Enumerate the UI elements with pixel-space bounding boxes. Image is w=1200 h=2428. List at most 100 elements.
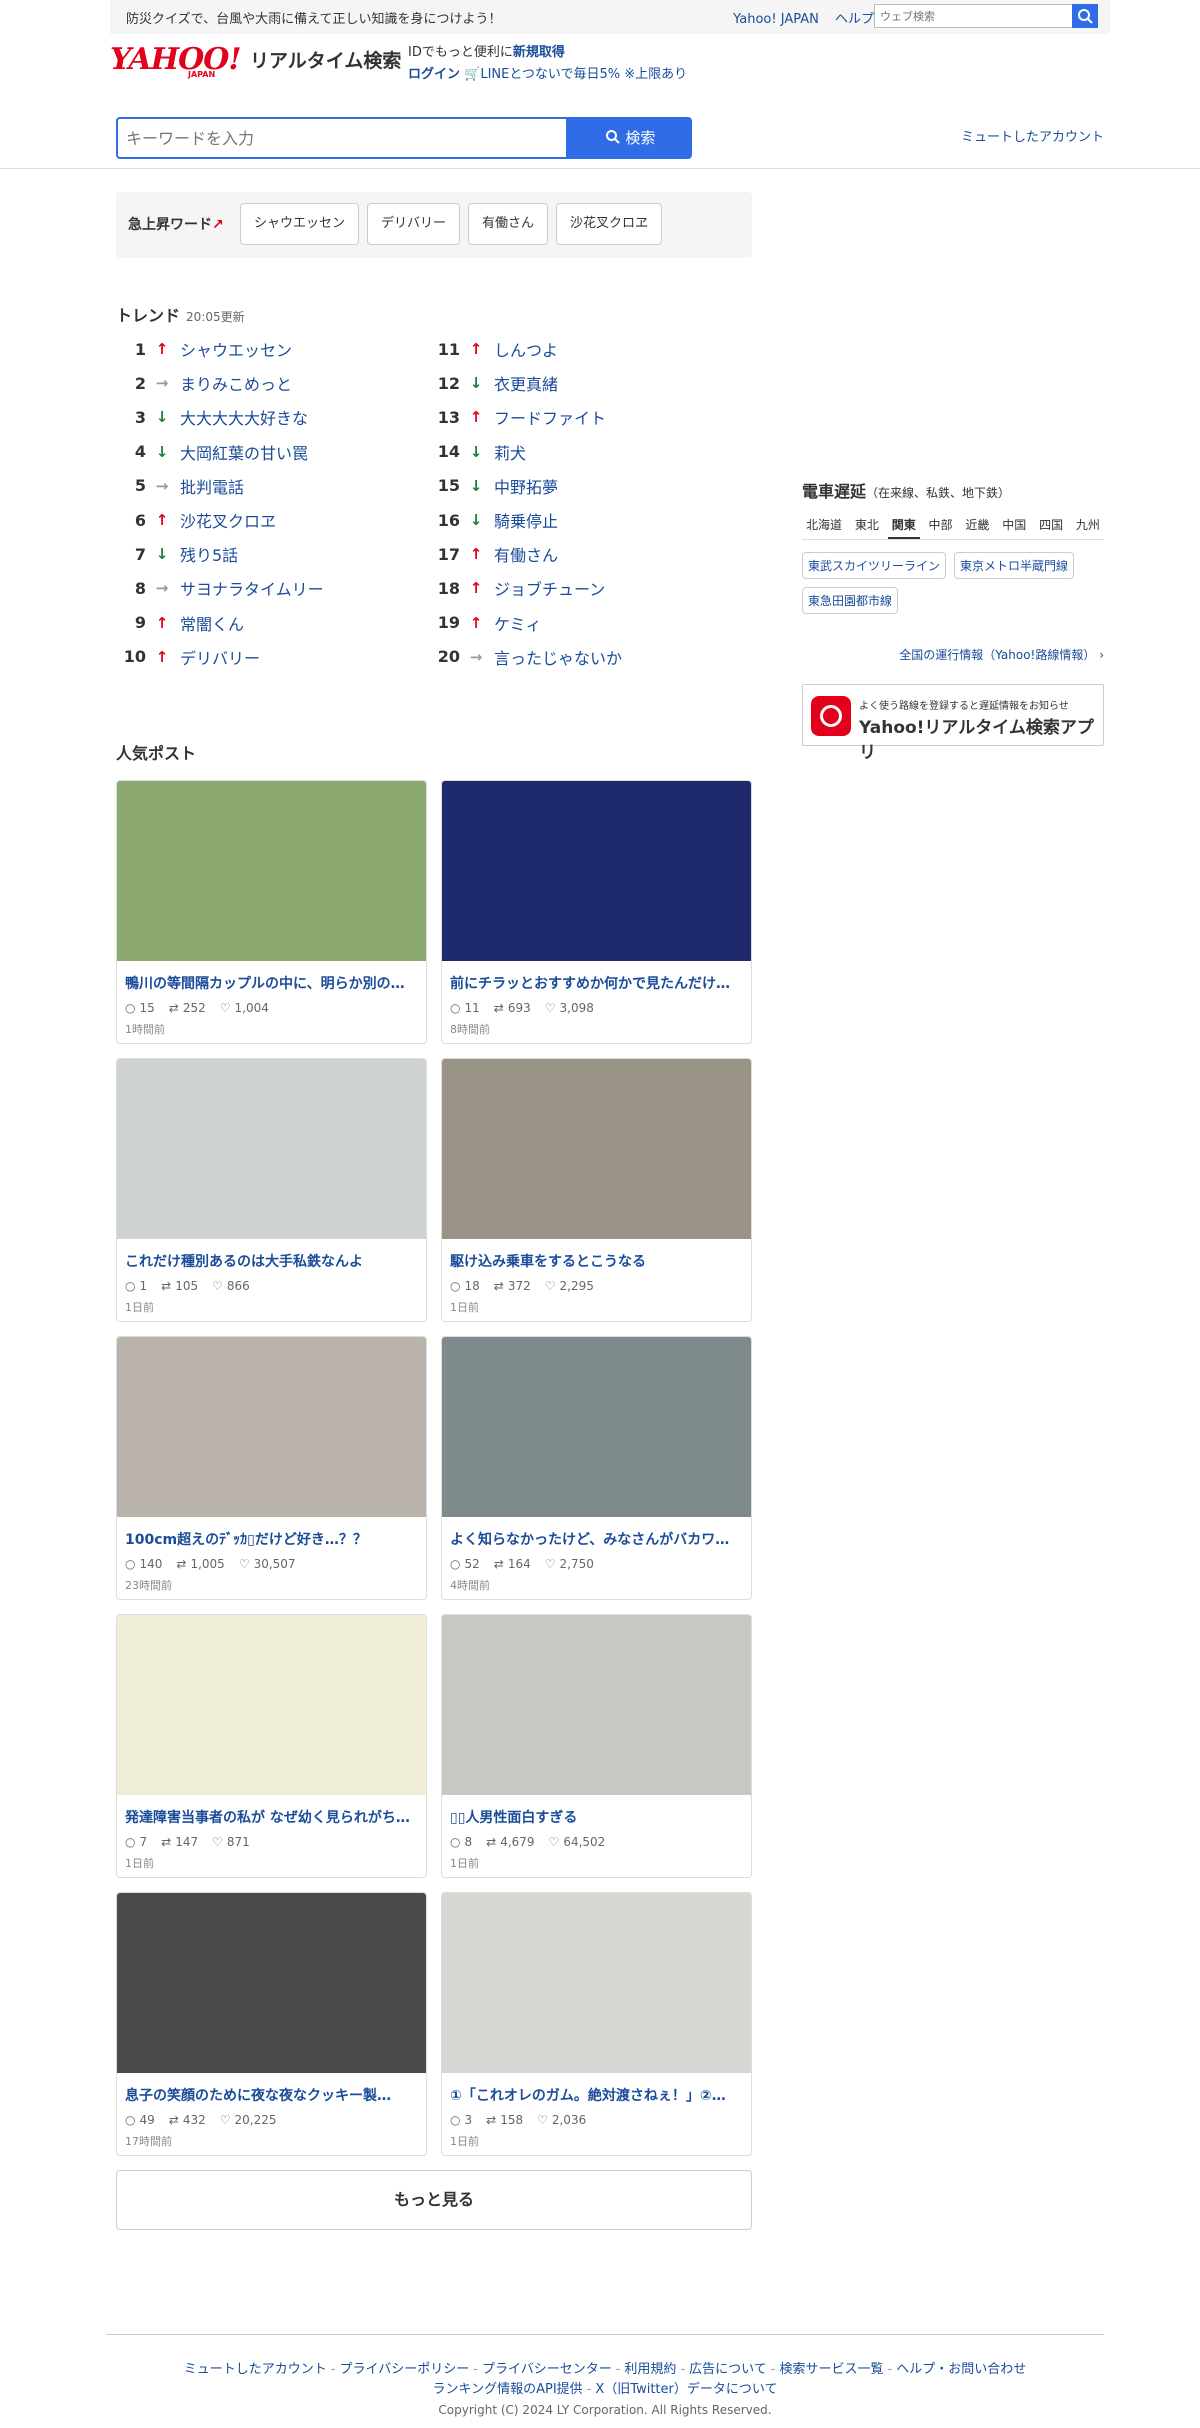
- post-thumbnail[interactable]: [442, 1615, 751, 1795]
- footer-link[interactable]: ヘルプ・お問い合わせ: [896, 2362, 1026, 2377]
- help-link[interactable]: ヘルプ: [835, 12, 874, 27]
- post-card[interactable]: よく知らなかったけど、みなさんがバカワ… ○ 52 ⇄ 164 ♡ 2,750 4時間前: [441, 1336, 752, 1600]
- trend-row[interactable]: 17 ↑ 有働さん: [430, 537, 730, 571]
- more-button[interactable]: もっと見る: [116, 2170, 752, 2230]
- trend-row[interactable]: 19 ↑ ケミィ: [430, 606, 730, 640]
- trend-word-link[interactable]: シャウエッセン: [180, 337, 292, 361]
- yahoo-logo[interactable]: YAHOO! JAPAN: [110, 42, 250, 82]
- muted-accounts-link[interactable]: ミュートしたアカウント: [961, 126, 1104, 145]
- delayed-line-link[interactable]: 東武スカイツリーライン: [802, 552, 947, 579]
- keyword-input[interactable]: [116, 117, 568, 159]
- post-title[interactable]: これだけ種別あるのは大手私鉄なんよ: [125, 1251, 418, 1271]
- region-tab[interactable]: 関東: [887, 512, 920, 539]
- trend-row[interactable]: 1 ↑ シャウエッセン: [116, 332, 416, 366]
- post-title[interactable]: 鴨川の等間隔カップルの中に、明らか別の…: [125, 973, 418, 993]
- trend-word-link[interactable]: 大岡紅葉の甘い罠: [180, 440, 308, 464]
- trend-word-link[interactable]: 衣更真緒: [494, 371, 558, 395]
- footer-link[interactable]: ミュートしたアカウント: [184, 2362, 327, 2377]
- yahoo-japan-link[interactable]: Yahoo! JAPAN: [733, 12, 819, 27]
- trend-word-link[interactable]: 中野拓夢: [494, 474, 558, 498]
- trend-row[interactable]: 12 ↓ 衣更真緒: [430, 366, 730, 400]
- post-card[interactable]: 鴨川の等間隔カップルの中に、明らか別の… ○ 15 ⇄ 252 ♡ 1,004 1時間前: [116, 780, 427, 1044]
- trend-word-link[interactable]: 莉犬: [494, 440, 526, 464]
- app-banner[interactable]: よく使う路線を登録すると遅延情報をお知らせ Yahoo!リアルタイム検索アプリ: [802, 684, 1104, 763]
- post-card[interactable]: 息子の笑顔のために夜な夜なクッキー製… ○ 49 ⇄ 432 ♡ 20,225 17時間前: [116, 1892, 427, 2156]
- trend-word-link[interactable]: 大大大大大好きな: [180, 405, 308, 429]
- post-card[interactable]: これだけ種別あるのは大手私鉄なんよ ○ 1 ⇄ 105 ♡ 866 1日前: [116, 1058, 427, 1322]
- post-card[interactable]: 100cm超えのﾃﾞｯｶ▯だけど好き…？？ ○ 140 ⇄ 1,005 ♡ 30,507 23…: [116, 1336, 427, 1600]
- delayed-line-link[interactable]: 東急田園都市線: [802, 587, 899, 614]
- all-operation-info-link[interactable]: 全国の運行情報（Yahoo!路線情報） ›: [899, 646, 1104, 663]
- footer-link[interactable]: プライバシーポリシー: [340, 2362, 470, 2377]
- post-card[interactable]: 駆け込み乗車をするとこうなる ○ 18 ⇄ 372 ♡ 2,295 1日前: [441, 1058, 752, 1322]
- trend-row[interactable]: 3 ↓ 大大大大大好きな: [116, 400, 416, 434]
- trend-row[interactable]: 2 → まりみこめっと: [116, 366, 416, 400]
- post-title[interactable]: 息子の笑顔のために夜な夜なクッキー製…: [125, 2085, 418, 2105]
- line-promo-link[interactable]: LINEとつないで毎日5% ※上限あり: [480, 67, 687, 82]
- trend-word-link[interactable]: 有働さん: [494, 542, 558, 566]
- trend-word-link[interactable]: 批判電話: [180, 474, 244, 498]
- post-thumbnail[interactable]: [117, 1059, 426, 1239]
- post-card[interactable]: 前にチラッとおすすめか何かで見たんだけ… ○ 11 ⇄ 693 ♡ 3,098 8時間前: [441, 780, 752, 1044]
- trend-word-link[interactable]: 沙花叉クロヱ: [180, 508, 276, 532]
- post-title[interactable]: 100cm超えのﾃﾞｯｶ▯だけど好き…？？: [125, 1529, 418, 1549]
- trend-row[interactable]: 14 ↓ 莉犬: [430, 435, 730, 469]
- post-card[interactable]: 発達障害当事者の私が なぜ幼く見られがち… ○ 7 ⇄ 147 ♡ 871 1日前: [116, 1614, 427, 1878]
- region-tab[interactable]: 九州: [1072, 512, 1104, 539]
- post-thumbnail[interactable]: [117, 781, 426, 961]
- rising-chip[interactable]: 有働さん: [468, 203, 549, 245]
- trend-row[interactable]: 20 → 言ったじゃないか: [430, 640, 730, 674]
- footer-link[interactable]: プライバシーセンター: [482, 2362, 612, 2377]
- trend-row[interactable]: 16 ↓ 騎乗停止: [430, 503, 730, 537]
- delayed-line-link[interactable]: 東京メトロ半蔵門線: [954, 552, 1075, 579]
- trend-word-link[interactable]: 残り5話: [180, 542, 238, 566]
- trend-row[interactable]: 10 ↑ デリバリー: [116, 640, 416, 674]
- post-title[interactable]: よく知らなかったけど、みなさんがバカワ…: [450, 1529, 743, 1549]
- post-title[interactable]: 駆け込み乗車をするとこうなる: [450, 1251, 743, 1271]
- region-tab[interactable]: 中国: [998, 512, 1030, 539]
- region-tab[interactable]: 四国: [1035, 512, 1067, 539]
- trend-row[interactable]: 8 → サヨナラタイムリー: [116, 571, 416, 605]
- footer-link[interactable]: 広告について: [689, 2362, 767, 2377]
- post-card[interactable]: ▯▯人男性面白すぎる ○ 8 ⇄ 4,679 ♡ 64,502 1日前: [441, 1614, 752, 1878]
- service-name[interactable]: リアルタイム検索: [250, 46, 401, 73]
- trend-row[interactable]: 18 ↑ ジョブチューン: [430, 571, 730, 605]
- footer-link[interactable]: 検索サービス一覧: [779, 2362, 883, 2377]
- trend-row[interactable]: 6 ↑ 沙花叉クロヱ: [116, 503, 416, 537]
- rising-chip[interactable]: デリバリー: [367, 203, 461, 245]
- trend-row[interactable]: 13 ↑ フードファイト: [430, 400, 730, 434]
- trend-word-link[interactable]: フードファイト: [494, 405, 606, 429]
- trend-row[interactable]: 11 ↑ しんつよ: [430, 332, 730, 366]
- footer-link[interactable]: ランキング情報のAPI提供: [433, 2382, 583, 2397]
- post-title[interactable]: 発達障害当事者の私が なぜ幼く見られがち…: [125, 1807, 418, 1827]
- search-button[interactable]: 検索: [568, 117, 692, 159]
- web-search-input[interactable]: [874, 4, 1074, 28]
- trend-word-link[interactable]: 常闇くん: [180, 611, 244, 635]
- trend-row[interactable]: 5 → 批判電話: [116, 469, 416, 503]
- rising-chip[interactable]: シャウエッセン: [240, 203, 360, 245]
- region-tab[interactable]: 北海道: [802, 512, 846, 539]
- trend-row[interactable]: 4 ↓ 大岡紅葉の甘い罠: [116, 435, 416, 469]
- disaster-quiz-link[interactable]: 防災クイズで、台風や大雨に備えて正しい知識を身につけよう！: [126, 8, 501, 27]
- region-tab[interactable]: 東北: [851, 512, 883, 539]
- trend-word-link[interactable]: まりみこめっと: [180, 371, 292, 395]
- post-thumbnail[interactable]: [117, 1615, 426, 1795]
- trend-row[interactable]: 7 ↓ 残り5話: [116, 537, 416, 571]
- footer-link[interactable]: X（旧Twitter）データについて: [595, 2382, 777, 2397]
- trend-word-link[interactable]: 言ったじゃないか: [494, 645, 622, 669]
- post-title[interactable]: ①「これオレのガム。絶対渡さねぇ！」②…: [450, 2085, 743, 2105]
- trend-word-link[interactable]: サヨナラタイムリー: [180, 576, 324, 600]
- trend-word-link[interactable]: 騎乗停止: [494, 508, 558, 532]
- signup-link[interactable]: 新規取得: [513, 45, 565, 60]
- rising-chip[interactable]: 沙花叉クロヱ: [556, 203, 663, 245]
- post-card[interactable]: ①「これオレのガム。絶対渡さねぇ！」②… ○ 3 ⇄ 158 ♡ 2,036 1日前: [441, 1892, 752, 2156]
- region-tab[interactable]: 近畿: [961, 512, 993, 539]
- login-link[interactable]: ログイン: [408, 67, 460, 82]
- trend-word-link[interactable]: デリバリー: [180, 645, 260, 669]
- post-title[interactable]: ▯▯人男性面白すぎる: [450, 1807, 743, 1827]
- trend-word-link[interactable]: しんつよ: [494, 337, 558, 361]
- post-title[interactable]: 前にチラッとおすすめか何かで見たんだけ…: [450, 973, 743, 993]
- region-tab[interactable]: 中部: [925, 512, 957, 539]
- post-thumbnail[interactable]: [117, 1337, 426, 1517]
- trend-word-link[interactable]: ケミィ: [494, 611, 542, 635]
